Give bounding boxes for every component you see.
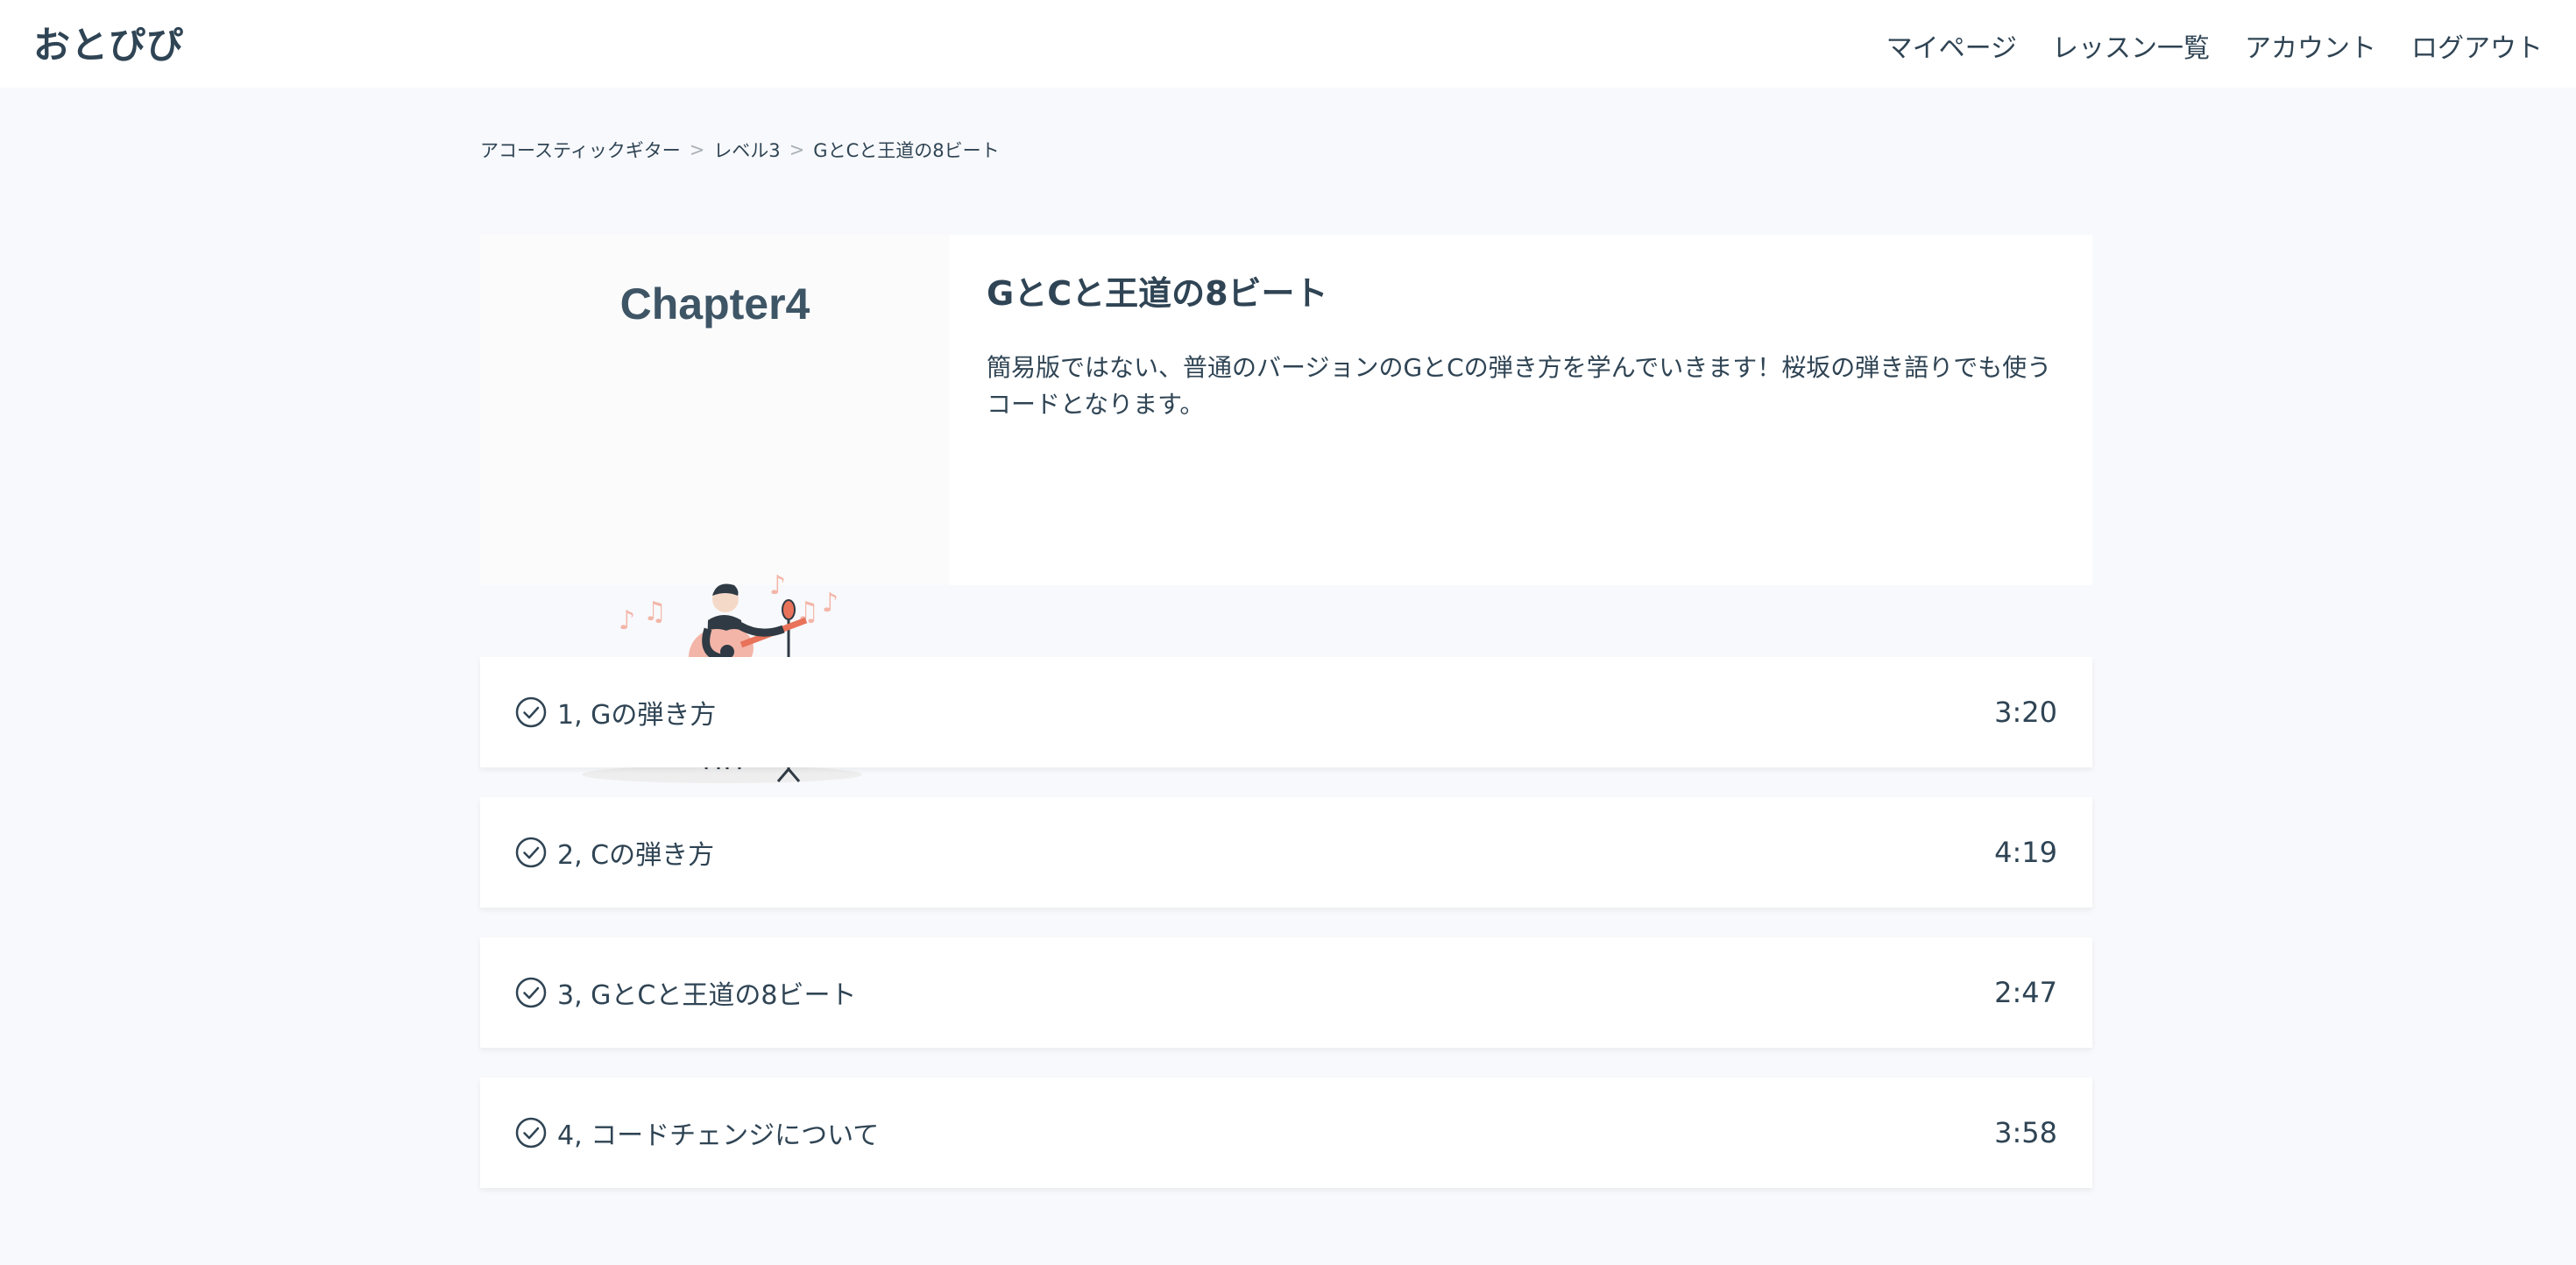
svg-text:♫: ♫ (643, 597, 667, 627)
breadcrumb-item-course[interactable]: アコースティックギター (480, 137, 681, 163)
chapter-thumbnail: Chapter4 ♪ ♫ ♫ ♪ ♪ (480, 235, 950, 783)
lesson-duration: 2:47 (1994, 976, 2057, 1009)
chapter-info: GとCと王道の8ビート 簡易版ではない、普通のバージョンのGとCの弾き方を学んで… (950, 235, 2092, 585)
chapter-title: GとCと王道の8ビート (987, 274, 1328, 313)
breadcrumb-separator: > (689, 139, 705, 160)
site-logo[interactable]: おとぴぴ (33, 16, 184, 69)
breadcrumb: アコースティックギター > レベル3 > GとCと王道の8ビート (480, 137, 1000, 163)
svg-text:♪: ♪ (619, 605, 635, 636)
check-circle-icon (515, 837, 547, 868)
lesson-title: 1, Gの弾き方 (557, 700, 717, 731)
chapter-thumbnail-title: Chapter4 (619, 279, 810, 329)
main-nav: マイページ レッスン一覧 アカウント ログアウト (1886, 26, 2543, 65)
svg-text:♪: ♪ (769, 570, 786, 601)
check-circle-icon (515, 977, 547, 1008)
lesson-title: 3, GとCと王道の8ビート (557, 980, 857, 1011)
lesson-title: 4, コードチェンジについて (557, 1120, 880, 1151)
chapter-card: Chapter4 ♪ ♫ ♫ ♪ ♪ GとCと王道の8ビート 簡易版ではない、普… (480, 235, 2092, 783)
breadcrumb-separator: > (789, 139, 805, 160)
lesson-title: 2, Cの弾き方 (557, 840, 715, 871)
lesson-row[interactable]: 2, Cの弾き方 4:19 (480, 797, 2092, 908)
nav-item-logout[interactable]: ログアウト (2411, 26, 2543, 65)
breadcrumb-item-chapter: GとCと王道の8ビート (813, 140, 1000, 161)
lesson-list: 1, Gの弾き方 3:20 2, Cの弾き方 4:19 3, GとCと王道の8ビ… (480, 657, 2092, 1218)
site-header: おとぴぴ マイページ レッスン一覧 アカウント ログアウト (0, 0, 2576, 88)
lesson-row[interactable]: 3, GとCと王道の8ビート 2:47 (480, 937, 2092, 1048)
nav-item-mypage[interactable]: マイページ (1886, 26, 2017, 65)
chapter-description: 簡易版ではない、普通のバージョンのGとCの弾き方を学んでいきます！桜坂の弾き語り… (987, 353, 2052, 419)
lesson-duration: 4:19 (1994, 836, 2057, 869)
nav-item-lessons[interactable]: レッスン一覧 (2052, 26, 2210, 65)
svg-text:♪: ♪ (822, 588, 839, 618)
lesson-row[interactable]: 4, コードチェンジについて 3:58 (480, 1078, 2092, 1188)
check-circle-icon (515, 696, 547, 728)
breadcrumb-item-level[interactable]: レベル3 (713, 137, 780, 163)
nav-item-account[interactable]: アカウント (2245, 26, 2376, 65)
lesson-duration: 3:58 (1994, 1116, 2057, 1149)
check-circle-icon (515, 1117, 547, 1148)
lesson-row[interactable]: 1, Gの弾き方 3:20 (480, 657, 2092, 767)
lesson-duration: 3:20 (1994, 696, 2057, 729)
